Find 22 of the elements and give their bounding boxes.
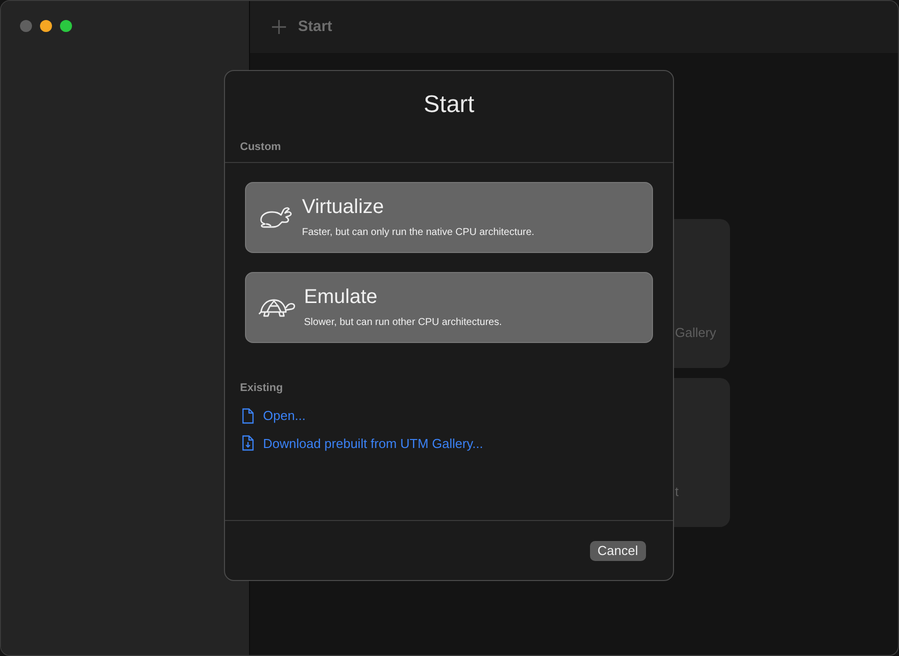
rabbit-icon (258, 204, 294, 230)
link[interactable]: Download prebuilt from UTM Gallery... (263, 434, 484, 453)
close-window-icon[interactable] (20, 20, 32, 32)
option-title: Virtualize (302, 194, 385, 218)
section-label: Custom (240, 140, 282, 155)
option-card[interactable]: Virtualize Faster, but can only run the native CPU architecture. (245, 182, 653, 252)
download-file-icon (242, 435, 254, 452)
option-card[interactable]: Emulate Slower, but can run other CPU architectures. (245, 272, 653, 342)
plus-icon[interactable] (272, 20, 286, 34)
card-label: Gallery (675, 324, 716, 342)
minimize-window-icon[interactable] (40, 20, 52, 32)
dialog-title: Start (422, 90, 476, 120)
link[interactable]: Open... (263, 406, 306, 426)
cancel-button[interactable]: Cancel (590, 540, 646, 560)
option-title: Emulate (304, 284, 378, 308)
card-label: t (675, 482, 679, 500)
document-icon (242, 408, 254, 424)
maximize-window-icon[interactable] (60, 20, 72, 32)
section-label: Existing (240, 380, 284, 396)
toolbar-title: Start (298, 16, 332, 37)
option-description: Slower, but can run other CPU architectures. (304, 316, 502, 330)
option-description: Faster, but can only run the native CPU architecture. (302, 226, 534, 240)
